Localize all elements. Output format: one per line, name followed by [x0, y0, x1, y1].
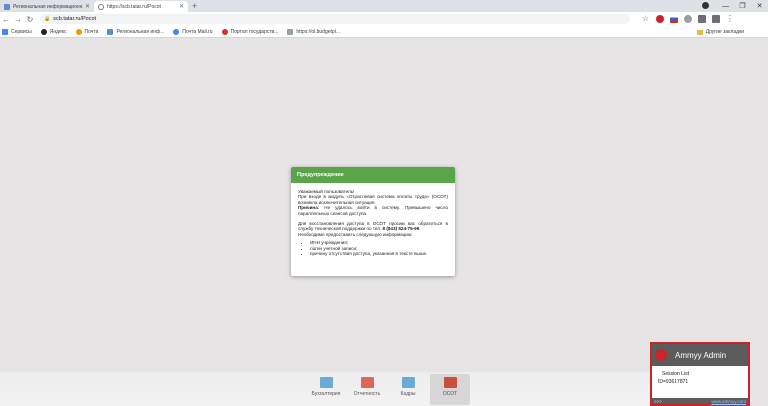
ammyy-footer: >>> www.ammyy.com	[652, 398, 748, 404]
dock-hr[interactable]: Кадры	[388, 374, 428, 405]
flag-extension-icon[interactable]	[670, 15, 678, 23]
lock-icon[interactable]: 🔒	[44, 16, 50, 22]
site-favicon-icon	[4, 3, 10, 10]
support-phone: 8 (843) 524-75-99	[382, 226, 420, 232]
page-icon	[287, 28, 294, 35]
accounting-icon	[319, 377, 333, 388]
browser-toolbar: ← → ↻ 🔒 scb.tatar.ru/Pocot ☆ ⋮	[0, 12, 768, 26]
other-bookmarks[interactable]: Другие закладки	[696, 29, 744, 35]
warning-dialog: Предупреждение Уважаемый пользователь! П…	[291, 167, 455, 276]
address-bar[interactable]: 🔒 scb.tatar.ru/Pocot	[40, 14, 630, 24]
browser-tab-1[interactable]: Региональная информационн... ✕	[0, 1, 94, 12]
new-tab-button[interactable]: +	[192, 1, 197, 12]
bookmark-gosuslugi[interactable]: Портал государств...	[221, 28, 278, 35]
menu-icon[interactable]: ⋮	[726, 15, 734, 23]
apps-icon	[2, 28, 8, 35]
dock-accounting[interactable]: Бухгалтерия	[306, 374, 346, 405]
restore-text: Для восстановления доступа в ОСОТ просим…	[298, 221, 448, 232]
puzzle-icon[interactable]	[698, 15, 706, 23]
key-icon[interactable]	[712, 15, 720, 23]
hr-icon	[401, 377, 415, 388]
close-icon[interactable]: ✕	[85, 3, 90, 10]
yandex-icon	[40, 28, 47, 35]
tab-title: https://scb.tatar.ru/Pocot	[107, 3, 161, 10]
close-window-button[interactable]: ✕	[751, 2, 768, 10]
back-icon[interactable]: ←	[0, 15, 12, 24]
expand-button[interactable]: >>>	[654, 399, 662, 404]
star-icon[interactable]: ☆	[642, 15, 650, 23]
dialog-title: Предупреждение	[291, 167, 455, 183]
list-item: причину отсутствия доступа, указанная в …	[310, 251, 448, 256]
ammyy-admin-window[interactable]: Ammyy Admin Session List ID=93617871 >>>…	[650, 342, 750, 406]
extension-icon[interactable]	[684, 15, 692, 23]
bookmark-yandex[interactable]: Яндекс	[40, 28, 67, 35]
right-panel-strip	[750, 38, 768, 406]
mail-icon	[75, 28, 82, 35]
bookmark-regional[interactable]: Региональная инф...	[107, 28, 164, 35]
reason-text: Причина: Не удалось войти в систему. Пре…	[298, 205, 449, 216]
ammyy-title: Ammyy Admin	[675, 350, 727, 360]
browser-tab-2[interactable]: https://scb.tatar.ru/Pocot ✕	[94, 1, 188, 12]
extension-icon[interactable]	[656, 15, 664, 23]
reload-icon[interactable]: ↻	[24, 15, 36, 24]
bookmark-mailru[interactable]: Почта Mail.ru	[173, 28, 213, 35]
close-icon[interactable]: ✕	[179, 3, 184, 10]
forward-icon[interactable]: →	[12, 15, 24, 24]
dialog-body: Уважаемый пользователь! При входе в моду…	[291, 183, 455, 256]
window-controls: — ❐ ✕	[700, 0, 768, 12]
google-icon	[173, 28, 180, 35]
globe-icon	[98, 3, 104, 10]
situation-text: При входе в модуль «Отраслевая система о…	[298, 194, 448, 205]
info-list: ИНН учреждения; логин учетной записи; пр…	[310, 240, 448, 256]
bookmark-mail[interactable]: Почта	[75, 28, 98, 35]
need-info-text: Необходимо предоставить следующую информ…	[298, 231, 413, 237]
session-list-label: Session List	[662, 371, 689, 377]
folder-icon	[696, 29, 703, 35]
extensions-area: ☆ ⋮	[642, 15, 740, 23]
ammyy-logo-icon	[655, 349, 667, 361]
tab-title: Региональная информационн...	[13, 3, 83, 10]
dock-osot[interactable]: ОСОТ	[430, 374, 470, 405]
minimize-button[interactable]: —	[717, 3, 734, 10]
osot-icon	[443, 377, 457, 388]
site-favicon-icon	[107, 28, 114, 35]
dock-reports[interactable]: Отчетность	[347, 374, 387, 405]
ammyy-header: Ammyy Admin	[652, 344, 748, 366]
account-icon[interactable]	[700, 1, 717, 11]
bookmarks-bar: Сервисы Яндекс Почта Региональная инф...…	[0, 26, 768, 38]
url-text: scb.tatar.ru/Pocot	[53, 16, 97, 22]
maximize-button[interactable]: ❐	[734, 2, 751, 10]
module-dock: Бухгалтерия Отчетность Кадры ОСОТ	[0, 372, 750, 406]
ammyy-body: Session List ID=93617871	[652, 366, 748, 386]
ammyy-id: ID=93617871	[658, 379, 689, 385]
bookmark-budgetplan[interactable]: https://ol.budgetpl...	[287, 28, 340, 35]
bookmark-services[interactable]: Сервисы	[2, 28, 32, 35]
tab-strip: Региональная информационн... ✕ https://s…	[0, 0, 768, 12]
reports-icon	[360, 377, 374, 388]
portal-icon	[221, 28, 228, 35]
ammyy-site-link[interactable]: www.ammyy.com	[711, 399, 746, 404]
